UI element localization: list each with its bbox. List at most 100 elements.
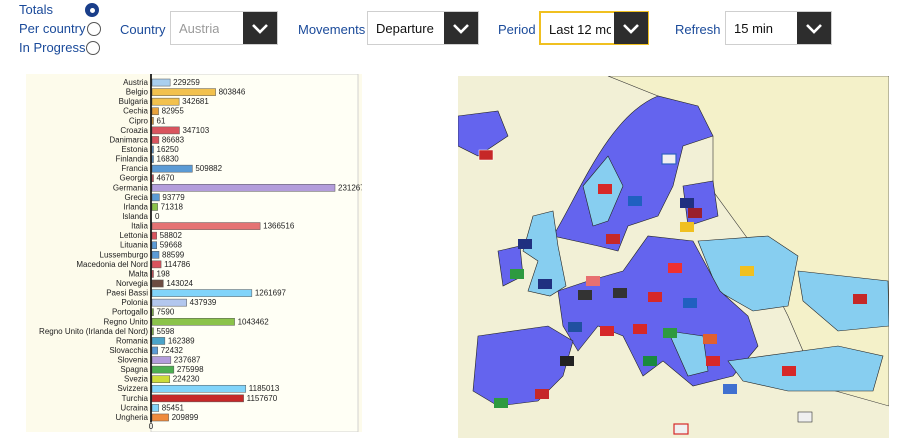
bar[interactable] [151, 394, 244, 403]
flag-icon [600, 326, 614, 336]
category-label: Austria [123, 78, 148, 87]
country-select-value: Austria [179, 21, 220, 36]
flag-icon [598, 184, 612, 194]
radio-totals-label: Totals [19, 2, 53, 17]
category-label: Regno Unito (Irlanda del Nord) [39, 327, 148, 336]
bar[interactable] [151, 346, 158, 355]
bar[interactable] [151, 184, 336, 192]
europe-map-panel[interactable] [458, 76, 889, 438]
bar[interactable] [151, 164, 193, 173]
bar[interactable] [151, 193, 160, 202]
category-label: Norvegia [116, 279, 149, 288]
bar[interactable] [151, 365, 175, 374]
flag-icon [606, 234, 620, 244]
bar[interactable] [151, 337, 166, 345]
category-label: Regno Unito [104, 317, 149, 326]
period-select[interactable]: Last 12 mo [539, 11, 649, 45]
category-label: Croazia [120, 126, 148, 135]
flag-icon [688, 208, 702, 218]
europe-map[interactable] [458, 76, 889, 438]
data-label: 59668 [160, 241, 183, 250]
radio-in-progress-indicator[interactable] [86, 41, 100, 55]
data-label: 72432 [161, 346, 184, 355]
bar[interactable] [151, 78, 171, 87]
radio-per-country-indicator[interactable] [87, 22, 101, 36]
bar[interactable] [151, 251, 160, 259]
category-label: Islanda [122, 212, 148, 221]
bar[interactable] [151, 126, 180, 135]
data-label: 93779 [162, 193, 185, 202]
flag-icon [663, 328, 677, 338]
chevron-down-icon[interactable] [444, 12, 478, 44]
radio-totals-indicator[interactable] [85, 3, 99, 17]
bar[interactable] [151, 404, 160, 412]
chevron-down-icon[interactable] [797, 12, 831, 44]
flag-icon [740, 266, 754, 276]
bar[interactable] [151, 117, 154, 125]
category-label: Macedonia del Nord [76, 260, 148, 269]
country-select[interactable]: Austria [170, 11, 278, 45]
data-label: 86683 [162, 135, 185, 144]
departures-bar-chart-panel: Austria 229259 Belgio 803846 Bulgaria 342681 C… [26, 73, 370, 433]
data-label: 114786 [164, 260, 191, 269]
bar[interactable] [151, 298, 187, 307]
bar[interactable] [151, 241, 157, 250]
bar[interactable] [151, 155, 154, 163]
data-label: 88599 [162, 250, 185, 259]
period-label: Period [498, 22, 536, 37]
data-label: 224230 [173, 375, 200, 384]
category-label: Cechia [123, 107, 148, 116]
category-label: Spagna [120, 365, 148, 374]
bar[interactable] [151, 356, 172, 364]
bar[interactable] [151, 88, 216, 96]
category-label: Danimarca [109, 135, 148, 144]
bar[interactable] [151, 145, 154, 154]
bar[interactable] [151, 270, 154, 278]
category-label: Lussemburgo [100, 250, 149, 259]
data-label: 1261697 [255, 289, 287, 298]
bar[interactable] [151, 107, 159, 116]
data-label: 198 [157, 269, 171, 278]
data-label: 16250 [157, 145, 180, 154]
flag-icon [853, 294, 867, 304]
movements-label: Movements [298, 22, 366, 37]
flag-icon [680, 198, 694, 208]
bar[interactable] [151, 97, 180, 106]
flag-icon [683, 298, 697, 308]
bar[interactable] [151, 413, 169, 422]
bar[interactable] [151, 279, 164, 288]
movements-select[interactable]: Departure [367, 11, 479, 45]
chevron-down-icon[interactable] [243, 12, 277, 44]
bar[interactable] [151, 289, 253, 297]
refresh-select[interactable]: 15 min [725, 11, 832, 45]
bar[interactable] [151, 327, 154, 336]
data-label: 347103 [182, 126, 209, 135]
data-label: 143024 [166, 279, 193, 288]
bar[interactable] [151, 222, 261, 230]
flag-icon [673, 423, 689, 435]
flag-icon [568, 322, 582, 332]
category-label: Estonia [121, 145, 148, 154]
departures-bar-chart: Austria 229259 Belgio 803846 Bulgaria 342681 C… [39, 73, 370, 433]
bar[interactable] [151, 308, 154, 316]
bar[interactable] [151, 318, 235, 326]
flag-icon [518, 239, 532, 249]
category-label: Svizzera [117, 384, 148, 393]
bar[interactable] [151, 174, 154, 183]
category-label: Germania [113, 183, 149, 192]
data-label: 437939 [190, 298, 217, 307]
bar[interactable] [151, 203, 158, 211]
data-label: 4670 [157, 174, 175, 183]
flag-icon [633, 324, 647, 334]
category-label: Slovenia [117, 356, 148, 365]
bar[interactable] [151, 260, 162, 269]
data-label: 237687 [174, 356, 201, 365]
bar[interactable] [151, 375, 170, 383]
bar[interactable] [151, 136, 160, 144]
flag-icon [661, 153, 677, 165]
flag-icon [560, 356, 574, 366]
bar[interactable] [151, 384, 247, 393]
data-label: 71318 [161, 202, 184, 211]
bar[interactable] [151, 231, 157, 240]
chevron-down-icon[interactable] [614, 12, 648, 44]
